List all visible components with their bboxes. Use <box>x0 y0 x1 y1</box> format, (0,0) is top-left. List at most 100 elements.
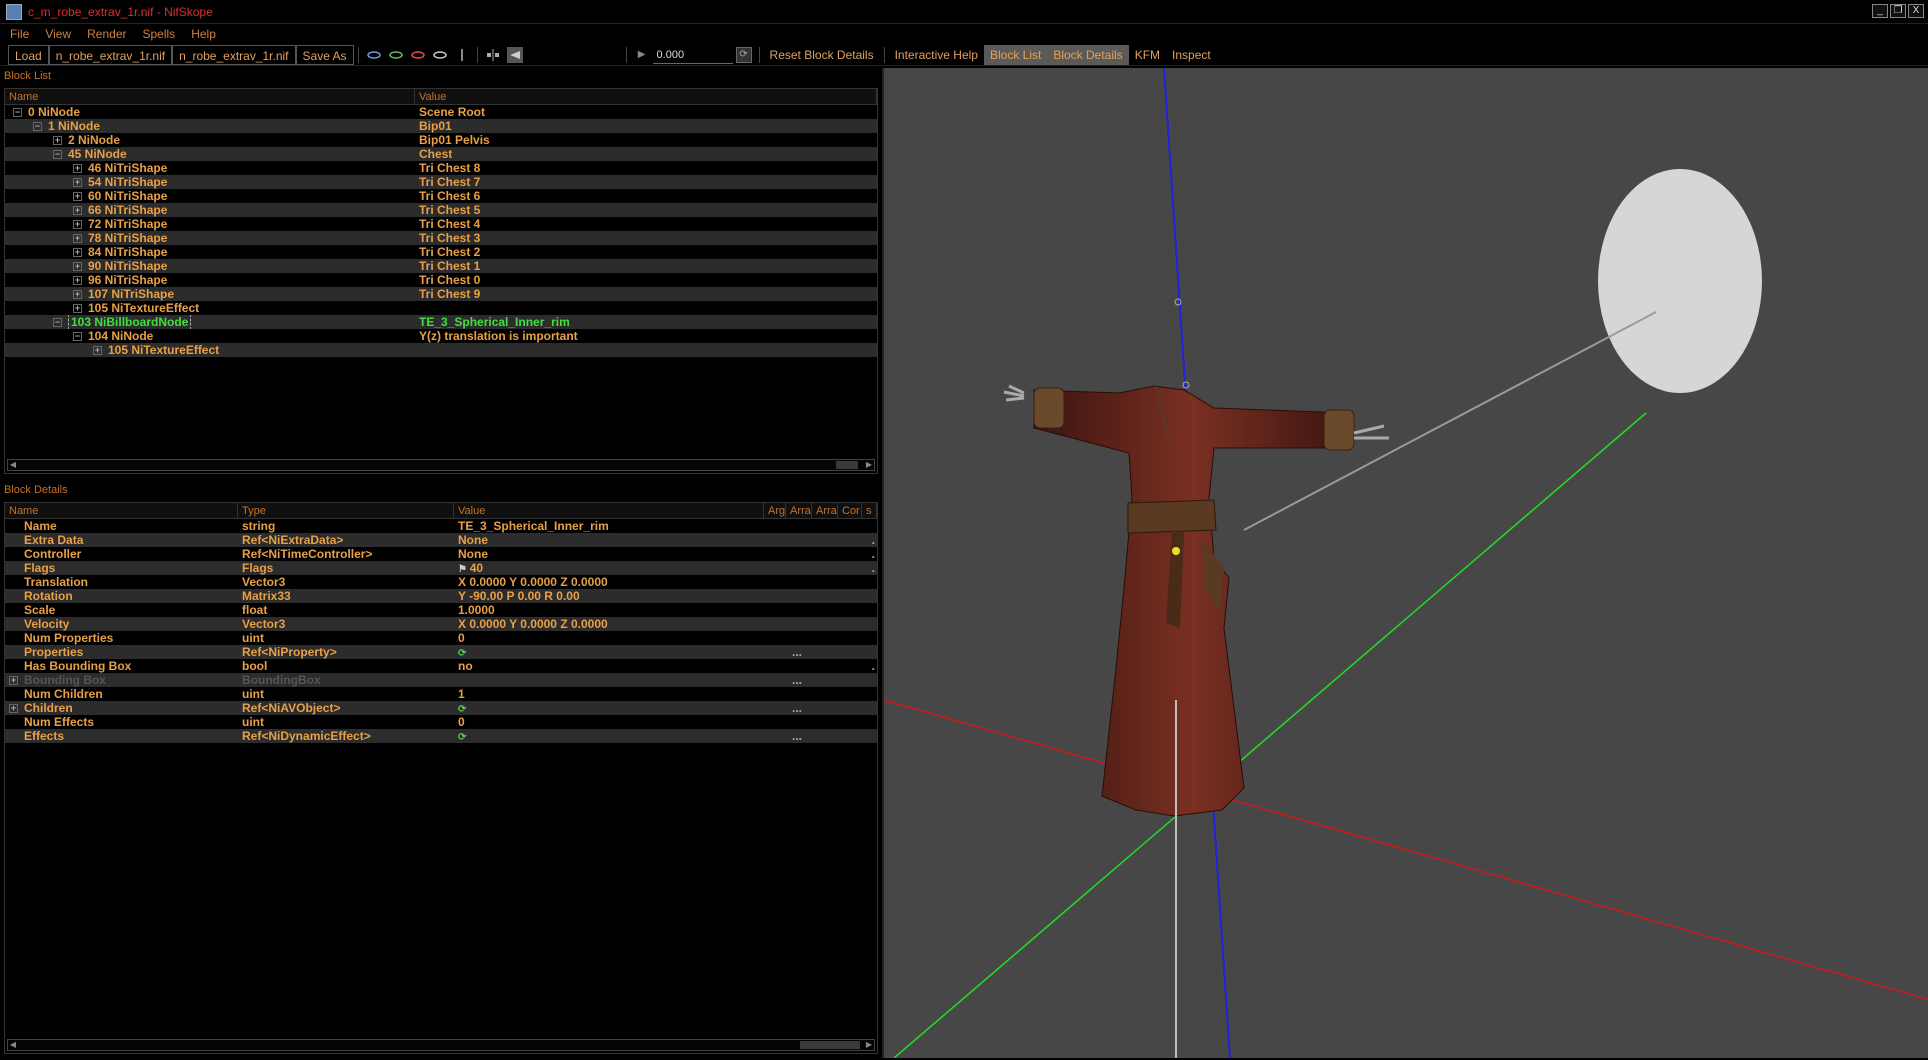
column-header-value[interactable]: Value <box>454 503 764 518</box>
block-list-row[interactable]: −0 NiNode Scene Root <box>5 105 877 119</box>
column-header-name[interactable]: Name <box>5 503 238 518</box>
expand-icon[interactable]: + <box>73 234 82 244</box>
flip-view-icon[interactable] <box>485 47 501 63</box>
block-list-row[interactable]: +84 NiTriShape Tri Chest 2 <box>5 245 877 259</box>
expand-icon[interactable]: + <box>73 276 82 286</box>
detail-row[interactable]: Velocity Vector3 X 0.0000 Y 0.0000 Z 0.000… <box>5 617 877 631</box>
block-details-toggle[interactable]: Block Details <box>1047 44 1129 65</box>
detail-row[interactable]: + Children Ref<NiAVObject> ⟳... <box>5 701 877 715</box>
expand-icon[interactable]: + <box>53 136 62 146</box>
scroll-right-arrow-icon[interactable]: ▶ <box>864 1040 874 1050</box>
block-list-row[interactable]: −45 NiNode Chest <box>5 147 877 161</box>
detail-value-cell[interactable]: Y -90.00 P 0.00 R 0.00 <box>454 589 764 603</box>
loop-animation-icon[interactable]: ⟳ <box>735 46 752 63</box>
block-list-row[interactable]: +105 NiTextureEffect <box>5 301 877 315</box>
block-list-row[interactable]: +105 NiTextureEffect <box>5 343 877 357</box>
column-header-value[interactable]: Value <box>415 89 877 104</box>
render-viewport[interactable] <box>882 68 1928 1058</box>
column-header-name[interactable]: Name <box>5 89 415 104</box>
scroll-thumb[interactable] <box>836 461 858 469</box>
block-list-row[interactable]: +66 NiTriShape Tri Chest 5 <box>5 203 877 217</box>
expand-icon[interactable]: + <box>73 192 82 202</box>
expand-icon[interactable]: + <box>9 704 18 714</box>
detail-value-cell[interactable]: None <box>454 547 764 561</box>
scroll-thumb[interactable] <box>800 1041 860 1049</box>
detail-row[interactable]: Extra Data Ref<NiExtraData> None. <box>5 533 877 547</box>
close-button[interactable]: X <box>1908 4 1924 18</box>
perspective-icon[interactable] <box>506 46 523 63</box>
column-header-array2[interactable]: Arra <box>812 503 838 518</box>
load-file-field[interactable]: n_robe_extrav_1r.nif <box>48 44 173 65</box>
detail-value-cell[interactable]: TE_3_Spherical_Inner_rim <box>454 519 764 533</box>
detail-row[interactable]: + Bounding Box BoundingBox... <box>5 673 877 687</box>
array-dots-button[interactable]: ... <box>792 645 802 659</box>
reference-link-icon[interactable]: ⟳ <box>458 704 466 715</box>
detail-value-cell[interactable]: 1 <box>454 687 764 701</box>
detail-value-cell[interactable]: ⟳ <box>454 645 764 659</box>
collapse-icon[interactable]: − <box>53 150 62 160</box>
detail-value-cell[interactable]: no <box>454 659 764 673</box>
block-list-row[interactable]: +54 NiTriShape Tri Chest 7 <box>5 175 877 189</box>
block-list-row[interactable]: −104 NiNode Y(z) translation is important <box>5 329 877 343</box>
maximize-button[interactable]: ❐ <box>1890 4 1906 18</box>
detail-row[interactable]: Properties Ref<NiProperty> ⟳... <box>5 645 877 659</box>
detail-value-cell[interactable]: None <box>454 533 764 547</box>
expand-icon[interactable]: + <box>9 676 18 686</box>
detail-value-cell[interactable]: X 0.0000 Y 0.0000 Z 0.0000 <box>454 617 764 631</box>
minimize-button[interactable]: _ <box>1872 4 1888 18</box>
detail-value-cell[interactable]: 0 <box>454 715 764 729</box>
expand-icon[interactable]: + <box>73 206 82 216</box>
reference-link-icon[interactable]: ⟳ <box>458 732 466 743</box>
block-list-row[interactable]: +78 NiTriShape Tri Chest 3 <box>5 231 877 245</box>
expand-icon[interactable]: + <box>93 346 102 356</box>
kfm-toggle[interactable]: KFM <box>1129 45 1166 65</box>
detail-row[interactable]: Has Bounding Box bool no. <box>5 659 877 673</box>
block-list-row[interactable]: −103 NiBillboardNode TE_3_Spherical_Inner… <box>5 315 877 329</box>
load-button[interactable]: Load <box>8 44 49 65</box>
column-header-argument[interactable]: Argu <box>764 503 786 518</box>
view-user-icon[interactable] <box>432 47 448 63</box>
expand-icon[interactable]: + <box>73 290 82 300</box>
detail-value-cell[interactable]: ⟳ <box>454 729 764 743</box>
block-list-toggle[interactable]: Block List <box>983 44 1048 65</box>
walk-mode-icon[interactable] <box>454 47 470 63</box>
reset-block-details-button[interactable]: Reset Block Details <box>764 45 880 65</box>
view-front-icon[interactable] <box>366 47 382 63</box>
column-header-array1[interactable]: Arra <box>786 503 812 518</box>
expand-icon[interactable]: + <box>73 248 82 258</box>
detail-row[interactable]: Scale float 1.0000 <box>5 603 877 617</box>
save-as-button[interactable]: Save As <box>295 44 354 65</box>
collapse-icon[interactable]: − <box>73 332 82 342</box>
collapse-icon[interactable]: − <box>13 108 22 118</box>
detail-row[interactable]: Num Children uint 1 <box>5 687 877 701</box>
detail-value-cell[interactable]: 0 <box>454 631 764 645</box>
detail-row[interactable]: Num Effects uint 0 <box>5 715 877 729</box>
menu-help[interactable]: Help <box>191 27 216 41</box>
block-list-hscrollbar[interactable]: ◀ ▶ <box>7 459 875 471</box>
column-header-condition[interactable]: Cor <box>838 503 862 518</box>
expand-icon[interactable]: + <box>73 220 82 230</box>
array-dots-button[interactable]: ... <box>792 673 802 687</box>
detail-row[interactable]: Flags Flags ⚑ 40. <box>5 561 877 575</box>
block-list-row[interactable]: +46 NiTriShape Tri Chest 8 <box>5 161 877 175</box>
collapse-icon[interactable]: − <box>33 122 42 132</box>
expand-icon[interactable]: + <box>73 262 82 272</box>
scroll-left-arrow-icon[interactable]: ◀ <box>8 460 18 470</box>
reference-link-icon[interactable]: ⟳ <box>458 648 466 659</box>
expand-icon[interactable]: + <box>73 178 82 188</box>
menu-render[interactable]: Render <box>87 27 126 41</box>
save-file-field[interactable]: n_robe_extrav_1r.nif <box>172 44 296 65</box>
detail-row[interactable]: Translation Vector3 X 0.0000 Y 0.0000 Z 0.… <box>5 575 877 589</box>
block-list-row[interactable]: +72 NiTriShape Tri Chest 4 <box>5 217 877 231</box>
detail-value-cell[interactable]: ⟳ <box>454 701 764 715</box>
expand-icon[interactable]: + <box>73 164 82 174</box>
block-list-row[interactable]: −1 NiNode Bip01 <box>5 119 877 133</box>
view-side-icon[interactable] <box>388 47 404 63</box>
array-dots-button[interactable]: ... <box>792 701 802 715</box>
block-list-row[interactable]: +2 NiNode Bip01 Pelvis <box>5 133 877 147</box>
block-list-row[interactable]: +90 NiTriShape Tri Chest 1 <box>5 259 877 273</box>
scroll-left-arrow-icon[interactable]: ◀ <box>8 1040 18 1050</box>
menu-view[interactable]: View <box>45 27 71 41</box>
block-list-row[interactable]: +96 NiTriShape Tri Chest 0 <box>5 273 877 287</box>
detail-row[interactable]: Num Properties uint 0 <box>5 631 877 645</box>
